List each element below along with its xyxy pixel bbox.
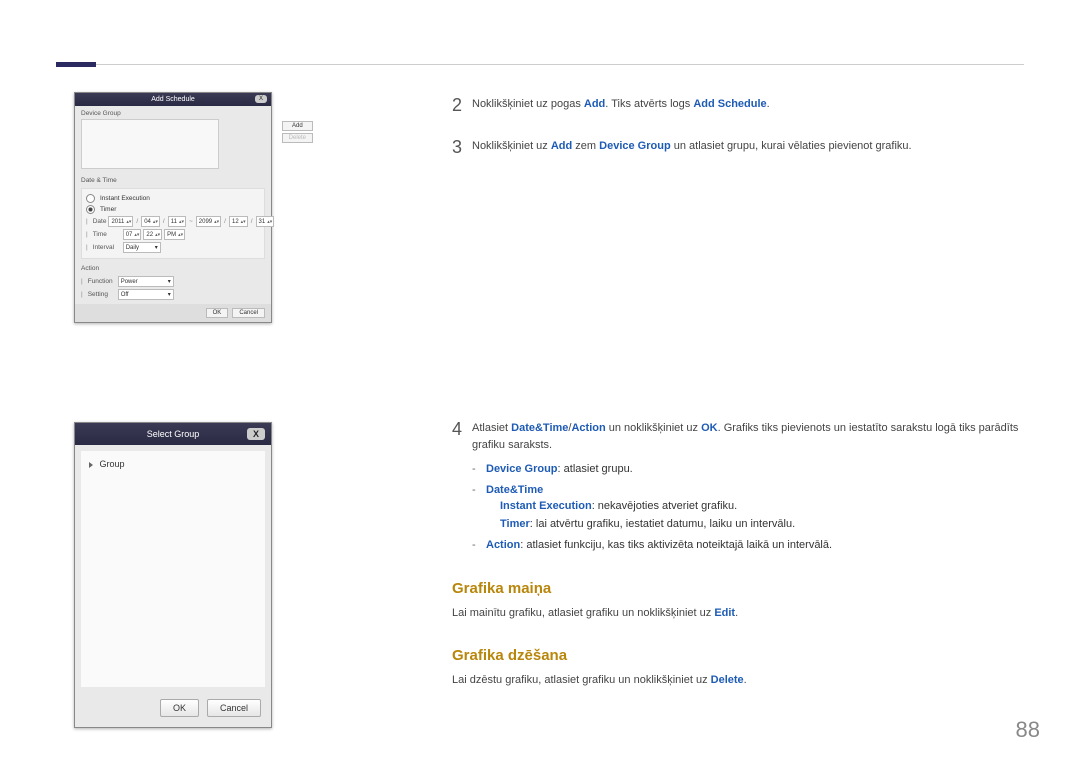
dialog-titlebar: Select Group X xyxy=(75,423,271,445)
step-number: 2 xyxy=(452,96,472,114)
dialog-footer: OK Cancel xyxy=(75,304,271,322)
top-accent-bar xyxy=(56,62,96,67)
time-row: | Time 07▴▾ 22▴▾ PM▴▾ xyxy=(86,229,260,240)
cancel-button[interactable]: Cancel xyxy=(207,699,261,717)
tree-collapse-icon xyxy=(89,462,93,468)
list-item: - Device Group: atlasiet grupu. xyxy=(472,461,1024,478)
keyword-delete: Delete xyxy=(711,674,744,686)
list-item: - Action: atlasiet funkciju, kas tiks ak… xyxy=(472,537,1024,554)
steps-bottom: 4 Atlasiet Date&Time/Action un noklikšķi… xyxy=(452,420,1024,689)
paragraph-delete: Lai dzēstu grafiku, atlasiet grafiku un … xyxy=(452,672,1024,689)
year1-stepper[interactable]: 2011▴▾ xyxy=(108,216,133,227)
date-row: | Date 2011▴▾ / 04▴▾ / 11▴▾ ~ 2099▴▾ / 1… xyxy=(86,216,260,227)
dialog-titlebar: Add Schedule X xyxy=(75,93,271,106)
step-2: 2 Noklikšķiniet uz pogas Add. Tiks atvēr… xyxy=(452,96,1024,114)
day1-stepper[interactable]: 11▴▾ xyxy=(168,216,186,227)
keyword-add: Add xyxy=(551,140,572,152)
month1-stepper[interactable]: 04▴▾ xyxy=(141,216,160,227)
function-select[interactable]: Power▾ xyxy=(118,276,174,287)
step-number: 4 xyxy=(452,420,472,438)
dash-icon: - xyxy=(472,461,486,478)
keyword-datetime: Date&Time xyxy=(511,422,568,434)
minute-stepper[interactable]: 22▴▾ xyxy=(143,229,162,240)
group-tree[interactable]: Group xyxy=(81,451,265,687)
ampm-stepper[interactable]: PM▴▾ xyxy=(164,229,185,240)
add-button[interactable]: Add xyxy=(282,121,313,131)
keyword-action: Action xyxy=(486,539,520,551)
device-group-list[interactable] xyxy=(81,119,219,169)
keyword-action: Action xyxy=(571,422,605,434)
step-text: Noklikšķiniet uz Add zem Device Group un… xyxy=(472,138,912,155)
close-icon[interactable]: X xyxy=(247,428,265,440)
list-item: - Date&Time Instant Execution: nekavējot… xyxy=(472,482,1024,534)
steps-top: 2 Noklikšķiniet uz pogas Add. Tiks atvēr… xyxy=(452,96,1024,180)
bullet-list: - Device Group: atlasiet grupu. - Date&T… xyxy=(472,461,1024,554)
dialog-title: Select Group xyxy=(147,429,200,439)
device-group-label: Device Group xyxy=(75,106,271,119)
keyword-add: Add xyxy=(584,98,605,110)
radio-on-icon[interactable] xyxy=(86,205,95,214)
action-label: Action xyxy=(75,261,271,274)
tree-root-item[interactable]: Group xyxy=(89,459,257,469)
sub-item: Instant Execution: nekavējoties atveriet… xyxy=(500,498,795,516)
timer-radio-label: Timer xyxy=(100,206,116,213)
interval-row: | Interval Daily▾ xyxy=(86,242,260,253)
keyword-edit: Edit xyxy=(714,607,735,619)
setting-select[interactable]: Off▾ xyxy=(118,289,174,300)
date-time-panel: Instant Execution Timer | Date 2011▴▾ / … xyxy=(81,188,265,259)
day2-stepper[interactable]: 31▴▾ xyxy=(256,216,275,227)
setting-label: Setting xyxy=(88,291,116,298)
action-panel: | Function Power▾ | Setting Off▾ xyxy=(81,276,265,300)
sub-item: Timer: lai atvērtu grafiku, iestatiet da… xyxy=(500,516,795,534)
top-divider xyxy=(56,64,1024,65)
heading-change-schedule: Grafika maiņa xyxy=(452,580,1024,597)
radio-off-icon[interactable] xyxy=(86,194,95,203)
instant-execution-radio-label: Instant Execution xyxy=(100,195,150,202)
page-number: 88 xyxy=(1016,717,1040,743)
delete-button[interactable]: Delete xyxy=(282,133,313,143)
cancel-button[interactable]: Cancel xyxy=(232,308,265,318)
heading-delete-schedule: Grafika dzēšana xyxy=(452,647,1024,664)
chevron-down-icon: ▾ xyxy=(168,291,171,298)
select-group-dialog: Select Group X Group OK Cancel xyxy=(74,422,272,728)
function-label: Function xyxy=(88,278,116,285)
hour-stepper[interactable]: 07▴▾ xyxy=(123,229,142,240)
keyword-timer: Timer xyxy=(500,518,530,530)
keyword-instant-execution: Instant Execution xyxy=(500,500,592,512)
ok-button[interactable]: OK xyxy=(160,699,199,717)
time-label: Time xyxy=(93,231,121,238)
chevron-down-icon: ▾ xyxy=(155,244,158,251)
chevron-down-icon: ▾ xyxy=(168,278,171,285)
timer-row: Timer xyxy=(86,205,260,214)
step-4: 4 Atlasiet Date&Time/Action un noklikšķi… xyxy=(452,420,1024,453)
keyword-device-group: Device Group xyxy=(599,140,671,152)
dash-icon: - xyxy=(472,537,486,554)
interval-select[interactable]: Daily▾ xyxy=(123,242,161,253)
step-number: 3 xyxy=(452,138,472,156)
date-time-label: Date & Time xyxy=(75,173,271,186)
keyword-datetime: Date&Time xyxy=(486,484,543,496)
close-icon[interactable]: X xyxy=(255,95,267,103)
date-label: Date xyxy=(93,218,107,225)
instant-execution-row: Instant Execution xyxy=(86,194,260,203)
add-schedule-dialog: Add Schedule X Device Group Add Delete D… xyxy=(74,92,272,323)
keyword-ok: OK xyxy=(701,422,718,434)
ok-button[interactable]: OK xyxy=(206,308,229,318)
year2-stepper[interactable]: 2099▴▾ xyxy=(196,216,221,227)
dialog-footer: OK Cancel xyxy=(75,693,271,727)
dash-icon: - xyxy=(472,482,486,534)
step-text: Noklikšķiniet uz pogas Add. Tiks atvērts… xyxy=(472,96,770,113)
tree-root-label: Group xyxy=(100,459,125,469)
step-text: Atlasiet Date&Time/Action un noklikšķini… xyxy=(472,420,1024,453)
step-3: 3 Noklikšķiniet uz Add zem Device Group … xyxy=(452,138,1024,156)
keyword-add-schedule: Add Schedule xyxy=(693,98,766,110)
tilde-separator: ~ xyxy=(188,218,194,225)
dialog-title: Add Schedule xyxy=(151,96,195,103)
month2-stepper[interactable]: 12▴▾ xyxy=(229,216,248,227)
interval-label: Interval xyxy=(93,244,121,251)
paragraph-change: Lai mainītu grafiku, atlasiet grafiku un… xyxy=(452,605,1024,622)
keyword-device-group: Device Group xyxy=(486,463,558,475)
